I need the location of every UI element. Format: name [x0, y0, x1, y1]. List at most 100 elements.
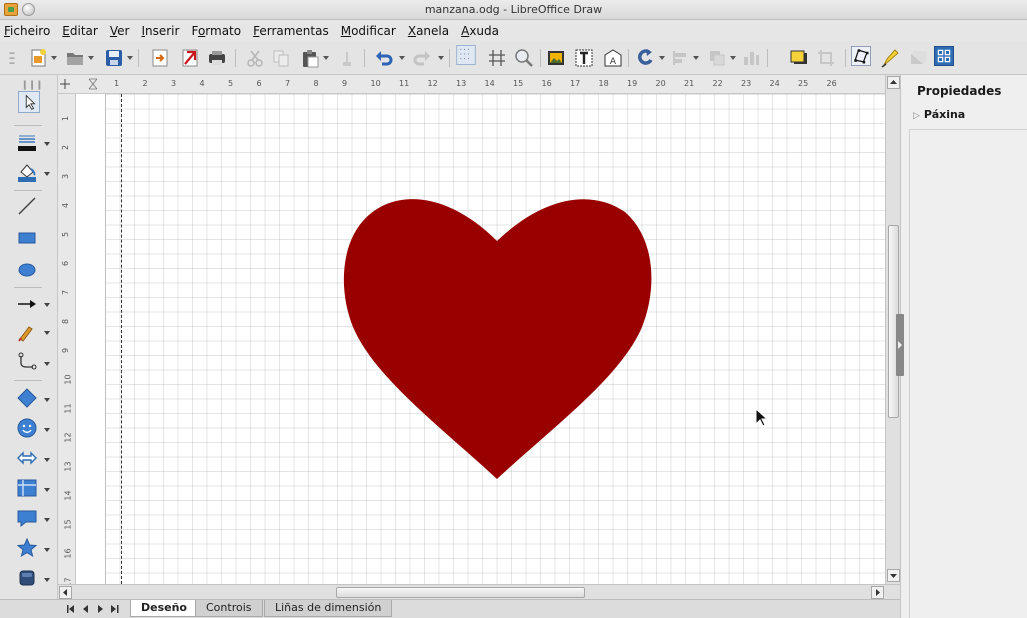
- align-icon[interactable]: [670, 48, 690, 68]
- ruler-number: 5: [61, 231, 71, 238]
- sidebar-collapse-handle[interactable]: [896, 314, 904, 376]
- ruler-number: 11: [399, 79, 410, 88]
- ruler-number: 2: [142, 79, 148, 88]
- menu-item-5[interactable]: Ferramentas: [253, 24, 329, 38]
- flowchart-icon[interactable]: [16, 477, 38, 499]
- ruler-number: 21: [684, 79, 695, 88]
- 3d-objects-icon[interactable]: [16, 567, 38, 589]
- menu-item-6[interactable]: Modificar: [341, 24, 396, 38]
- rectangle-icon[interactable]: [16, 227, 38, 249]
- tab-navigation-buttons[interactable]: [66, 603, 124, 618]
- crop-icon[interactable]: [816, 48, 836, 68]
- curve-icon[interactable]: [16, 321, 38, 343]
- toolbar-grip[interactable]: [22, 75, 41, 90]
- heart-shape[interactable]: [343, 199, 652, 479]
- svg-text:A: A: [610, 57, 617, 67]
- menu-item-1[interactable]: Editar: [62, 24, 98, 38]
- ruler-number: 14: [63, 490, 73, 501]
- ruler-number: 1: [114, 79, 120, 88]
- helplines-icon[interactable]: [487, 48, 507, 68]
- zoom-icon[interactable]: [514, 48, 534, 68]
- scroll-up-button[interactable]: [887, 76, 900, 89]
- horizontal-scrollbar[interactable]: [58, 584, 900, 599]
- scroll-right-button[interactable]: [871, 586, 884, 599]
- layer-tab-0[interactable]: Deseño: [130, 600, 198, 617]
- ruler-number: 5: [228, 79, 234, 88]
- connector-icon[interactable]: [16, 351, 38, 373]
- toggle-extrusion-icon[interactable]: [908, 48, 928, 68]
- menu-item-7[interactable]: Xanela: [408, 24, 449, 38]
- save-icon[interactable]: [104, 48, 124, 68]
- grid-icon[interactable]: [456, 45, 481, 71]
- print-icon[interactable]: [207, 48, 227, 68]
- insert-image-icon[interactable]: [546, 48, 566, 68]
- distribute-icon[interactable]: [741, 48, 761, 68]
- undo-icon[interactable]: [374, 48, 394, 68]
- ellipse-icon[interactable]: [16, 259, 38, 281]
- line-icon[interactable]: [16, 195, 38, 217]
- redo-icon[interactable]: [412, 48, 432, 68]
- ruler-number: 9: [61, 347, 71, 354]
- callouts-icon[interactable]: [16, 507, 38, 529]
- stars-icon[interactable]: [16, 537, 38, 559]
- horizontal-scroll-thumb[interactable]: [336, 587, 585, 598]
- clone-formatting-icon[interactable]: [337, 48, 357, 68]
- properties-sidebar: Propiedades ▷ Páxina: [900, 75, 1027, 618]
- menu-item-2[interactable]: Ver: [110, 24, 130, 38]
- fill-color-icon[interactable]: [16, 161, 38, 183]
- scroll-left-button[interactable]: [59, 586, 72, 599]
- drawing-canvas[interactable]: [76, 94, 885, 584]
- select-icon[interactable]: [18, 91, 42, 115]
- points-icon[interactable]: [851, 46, 875, 70]
- arrange-icon[interactable]: [707, 48, 727, 68]
- export-icon[interactable]: [150, 48, 170, 68]
- vertical-ruler[interactable]: 1 2 3 4 5 6 7 8 9 10 11 12 13 14 15 16 17: [58, 94, 76, 588]
- symbol-shapes-icon[interactable]: [16, 417, 38, 439]
- lines-arrows-icon[interactable]: [16, 293, 38, 315]
- layer-tab-1[interactable]: Controis: [195, 600, 263, 617]
- ruler-number: 20: [655, 79, 666, 88]
- menu-item-3[interactable]: Inserir: [141, 24, 179, 38]
- ruler-number: 1: [61, 115, 71, 122]
- new-document-icon[interactable]: [28, 48, 48, 68]
- open-folder-icon[interactable]: [65, 48, 85, 68]
- window-title: manzana.odg - LibreOffice Draw: [424, 3, 603, 16]
- ruler-number: 22: [712, 79, 723, 88]
- block-arrows-icon[interactable]: [16, 447, 38, 469]
- text-box-icon[interactable]: [574, 48, 594, 68]
- layer-tab-2[interactable]: Liñas de dimensión: [264, 600, 393, 617]
- copy-icon[interactable]: [271, 48, 291, 68]
- menu-item-8[interactable]: Axuda: [461, 24, 499, 38]
- ruler-number: 6: [256, 79, 262, 88]
- ruler-number: 15: [63, 519, 73, 530]
- menu-item-4[interactable]: Formato: [191, 24, 241, 38]
- ruler-number: 9: [342, 79, 348, 88]
- ruler-number: 24: [769, 79, 780, 88]
- toolbar-grip[interactable]: [2, 50, 15, 70]
- horizontal-ruler[interactable]: 1 2 3 4 5 6 7 8 9 10 11 12 13 14 15 16 17 18 19 20 21 22 23 24 2…: [58, 75, 885, 94]
- fontwork-icon[interactable]: A: [603, 48, 623, 68]
- ruler-number: 7: [61, 289, 71, 296]
- scroll-down-button[interactable]: [887, 569, 900, 582]
- shadow-icon[interactable]: [789, 48, 809, 68]
- cut-icon[interactable]: [245, 48, 265, 68]
- ruler-number: 3: [171, 79, 177, 88]
- sidebar-toggle-icon[interactable]: [934, 46, 957, 69]
- paste-icon[interactable]: [300, 48, 320, 68]
- glue-points-icon[interactable]: [880, 48, 900, 68]
- menu-item-0[interactable]: Ficheiro: [4, 24, 50, 38]
- export-pdf-icon[interactable]: [180, 48, 200, 68]
- basic-shapes-icon[interactable]: [16, 387, 38, 409]
- ruler-number: 4: [199, 79, 205, 88]
- rotate-icon[interactable]: [636, 48, 656, 68]
- ruler-number: 6: [61, 260, 71, 267]
- ruler-number: 15: [513, 79, 524, 88]
- ruler-number: 12: [427, 79, 438, 88]
- sidebar-section-page[interactable]: ▷ Páxina: [913, 108, 965, 121]
- ruler-number: 4: [61, 202, 71, 209]
- line-color-icon[interactable]: [16, 131, 38, 153]
- ruler-number: 11: [63, 403, 73, 414]
- ruler-number: 18: [598, 79, 609, 88]
- ruler-number: 14: [484, 79, 495, 88]
- ruler-number: 16: [63, 548, 73, 559]
